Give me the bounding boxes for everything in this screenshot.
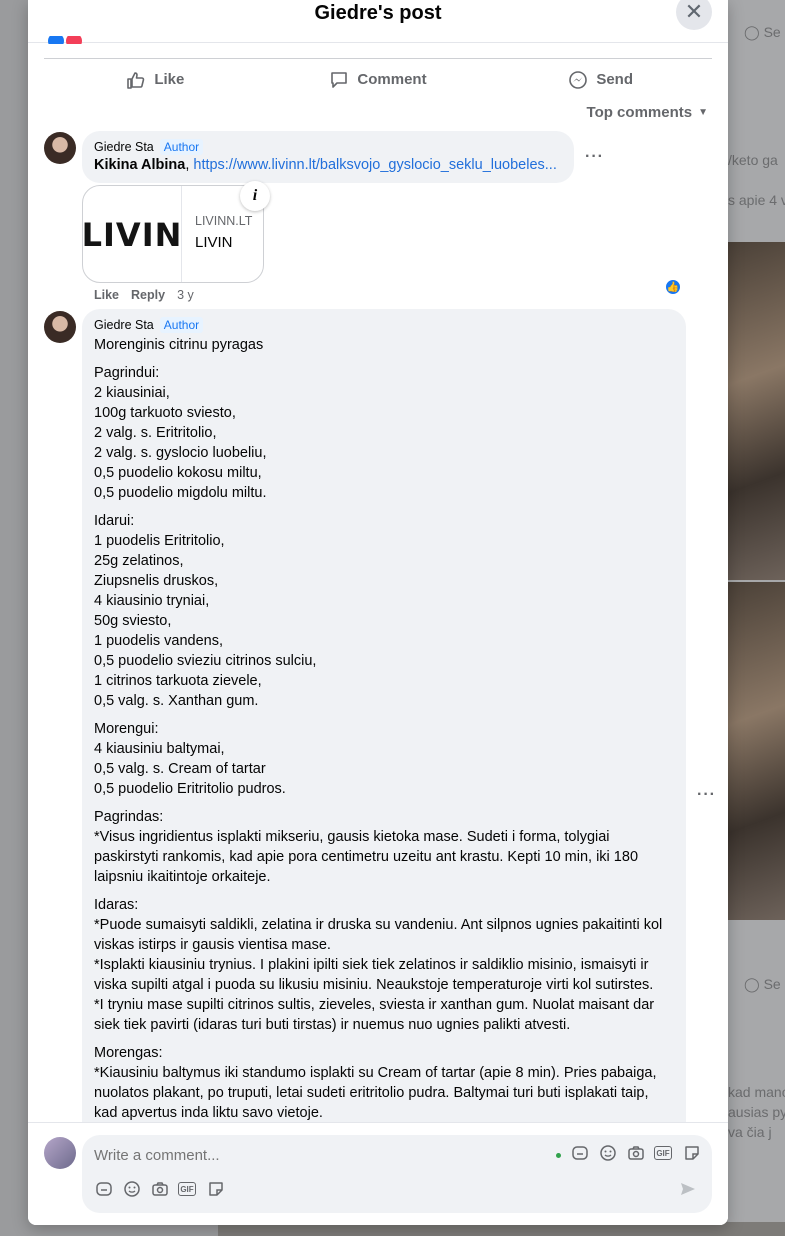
- bg-snippet: s apie 4 v: [728, 192, 785, 208]
- current-user-avatar[interactable]: [44, 1137, 76, 1169]
- sticker-icon[interactable]: [682, 1143, 702, 1163]
- comment-meta: Like Reply 3 y: [94, 288, 194, 302]
- bg-snippet: kad mano: [728, 1084, 785, 1100]
- like-reaction-badge[interactable]: 👍: [664, 278, 682, 296]
- comment-sort-dropdown[interactable]: Top comments ▼: [587, 104, 708, 121]
- thumbs-up-icon: [127, 71, 145, 89]
- logo-text: LIVIN: [82, 216, 183, 254]
- close-icon: ✕: [684, 0, 704, 24]
- gif-icon[interactable]: GIF: [654, 1146, 672, 1160]
- comment-label: Comment: [357, 71, 427, 88]
- modal-title: Giedre's post: [314, 2, 442, 24]
- post-action-bar: Like Comment Send: [44, 58, 712, 100]
- bg-snippet: /keto ga: [728, 152, 778, 168]
- send-button[interactable]: Send: [489, 59, 712, 100]
- reaction-icons[interactable]: [48, 36, 84, 44]
- author-name[interactable]: Giedre Sta: [94, 140, 154, 154]
- send-comment-icon[interactable]: [678, 1179, 698, 1199]
- avatar-sticker-icon[interactable]: [570, 1143, 590, 1163]
- comment-composer-area: GIF GIF: [28, 1122, 728, 1225]
- like-label: Like: [154, 71, 185, 88]
- comment-options-button[interactable]: ···: [697, 786, 716, 804]
- author-badge: Author: [159, 317, 204, 333]
- avatar-sticker-icon[interactable]: [94, 1179, 114, 1199]
- recipe-paragraph: Idaras: *Puode sumaisyti saldikli, zelat…: [94, 897, 663, 1033]
- comment-like-link[interactable]: Like: [94, 288, 119, 302]
- messenger-icon: [569, 70, 588, 89]
- recipe-paragraph: Morengas: *Kiausiniu baltymus iki standu…: [94, 1045, 657, 1121]
- info-icon[interactable]: i: [240, 181, 270, 211]
- comment-bubble: Giedre Sta Author Morenginis citrinu pyr…: [82, 309, 686, 1139]
- comment-icon: [331, 71, 348, 88]
- recipe-paragraph: Pagrindas: *Visus ingridientus isplakti …: [94, 809, 639, 885]
- comment-bubble: Giedre Sta Author Kikina Albina, https:/…: [82, 131, 574, 183]
- link-preview-card[interactable]: LIVIN LIVINN.LT LIVIN: [82, 185, 264, 283]
- avatar[interactable]: [44, 311, 76, 343]
- comment-options-button[interactable]: ···: [585, 148, 604, 166]
- bg-photo: [728, 582, 785, 920]
- avatar[interactable]: [44, 132, 76, 164]
- sort-label: Top comments: [586, 104, 693, 121]
- like-button[interactable]: Like: [44, 59, 267, 100]
- send-label: Send: [596, 71, 634, 88]
- mention-link[interactable]: Kikina Albina: [94, 157, 185, 173]
- comment-url-link[interactable]: https://www.livinn.lt/balksvojo_gyslocio…: [193, 157, 557, 173]
- thumbs-up-icon: 👍: [666, 281, 680, 293]
- emoji-icon[interactable]: [598, 1143, 618, 1163]
- love-reaction-icon: [66, 36, 82, 44]
- camera-icon[interactable]: [626, 1143, 646, 1163]
- post-modal: Giedre's post ✕ Like Comment Send Top co…: [28, 0, 728, 1225]
- comment-author: Giedre Sta Author: [94, 139, 562, 155]
- livin-logo: LIVIN: [82, 186, 183, 282]
- comment-timestamp[interactable]: 3 y: [177, 288, 194, 302]
- sticker-icon[interactable]: [206, 1179, 226, 1199]
- camera-icon[interactable]: [150, 1179, 170, 1199]
- bg-photo: [728, 242, 785, 580]
- bg-snippet: ◯ Se: [744, 24, 781, 40]
- close-button[interactable]: ✕: [676, 0, 712, 30]
- bg-snippet: ◯ Se: [744, 976, 781, 992]
- like-reaction-icon: [48, 36, 64, 44]
- comment-button[interactable]: Comment: [267, 59, 490, 100]
- online-dot-icon: [548, 1145, 568, 1165]
- comment-input[interactable]: [94, 1145, 534, 1165]
- recipe-paragraph: Morengui: 4 kiausiniu baltymai, 0,5 valg…: [94, 721, 286, 797]
- comment-text: Kikina Albina, https://www.livinn.lt/bal…: [94, 155, 562, 175]
- bg-snippet: va čia j: [728, 1124, 772, 1140]
- author-badge: Author: [159, 139, 204, 155]
- comment-reply-link[interactable]: Reply: [131, 288, 165, 302]
- recipe-paragraph: Idarui: 1 puodelis Eritritolio, 25g zela…: [94, 513, 317, 709]
- bg-snippet: ausias py: [728, 1104, 785, 1120]
- comment-author: Giedre Sta Author: [94, 317, 674, 333]
- caret-down-icon: ▼: [698, 107, 708, 118]
- gif-icon[interactable]: GIF: [178, 1182, 196, 1196]
- recipe-paragraph: Pagrindui: 2 kiausiniai, 100g tarkuoto s…: [94, 365, 267, 501]
- recipe-title: Morenginis citrinu pyragas: [94, 337, 264, 353]
- modal-header: Giedre's post ✕: [28, 0, 728, 44]
- author-name[interactable]: Giedre Sta: [94, 318, 154, 332]
- link-title: LIVIN: [195, 234, 233, 251]
- comment-composer: GIF GIF: [82, 1135, 712, 1213]
- link-domain: LIVINN.LT: [195, 214, 253, 228]
- emoji-icon[interactable]: [122, 1179, 142, 1199]
